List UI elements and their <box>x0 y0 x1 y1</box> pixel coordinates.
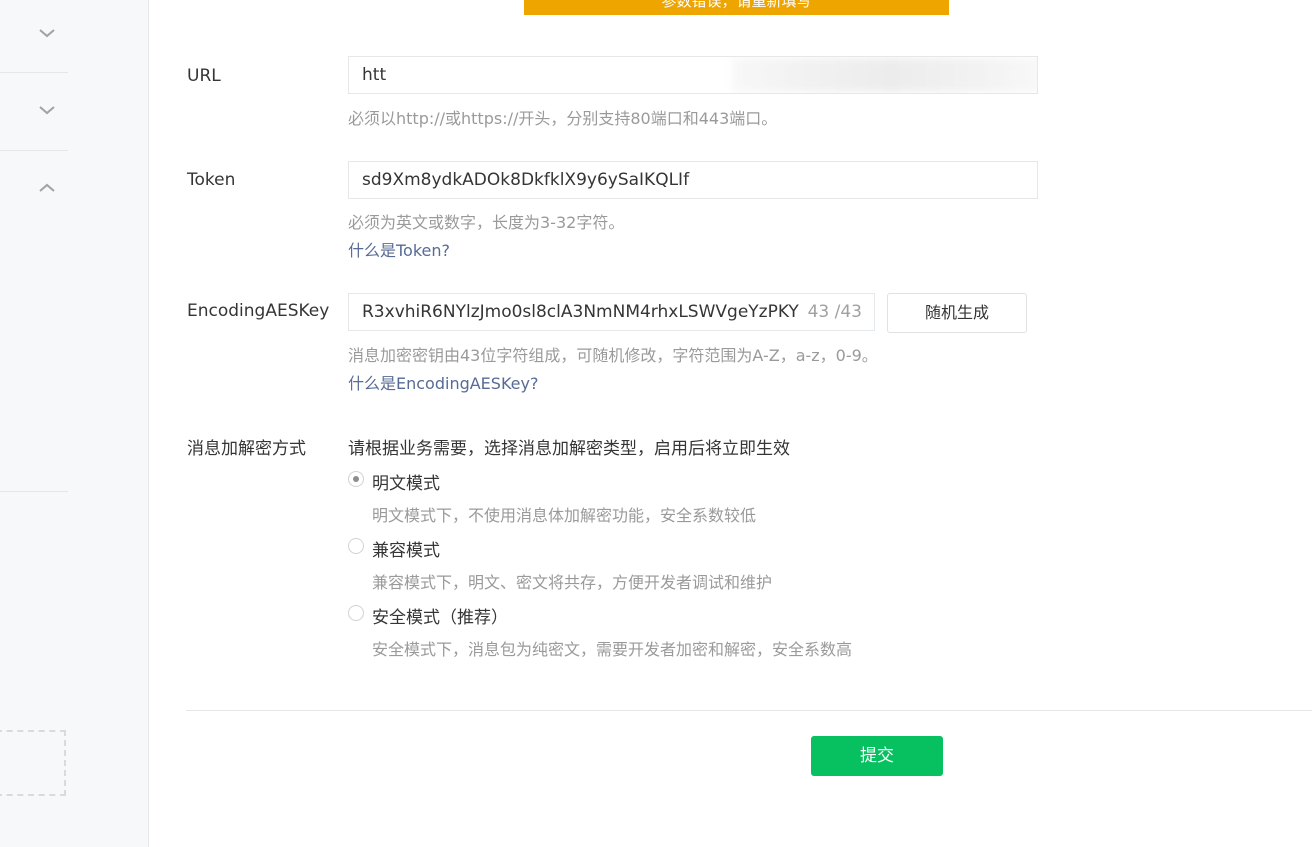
error-banner: 参数错误，请重新填写 <box>524 0 949 15</box>
url-redaction-blur <box>732 58 1037 92</box>
sidebar-add-area[interactable] <box>0 730 66 796</box>
chevron-up-icon[interactable] <box>38 179 56 197</box>
radio-plaintext-hint: 明文模式下，不使用消息体加解密功能，安全系数较低 <box>372 506 757 525</box>
error-banner-text: 参数错误，请重新填写 <box>661 0 812 10</box>
token-label: Token <box>187 170 236 190</box>
aeskey-label: EncodingAESKey <box>187 301 330 321</box>
random-generate-button[interactable]: 随机生成 <box>887 293 1027 333</box>
radio-compatible-label[interactable]: 兼容模式 <box>372 536 440 561</box>
aeskey-hint: 消息加密密钥由43位字符组成，可随机修改，字符范围为A-Z，a-z，0-9。 <box>348 346 878 365</box>
url-hint: 必须以http://或https://开头，分别支持80端口和443端口。 <box>348 109 778 128</box>
sidebar-group-2[interactable] <box>0 73 68 151</box>
url-label: URL <box>187 66 221 86</box>
encryption-desc: 请根据业务需要，选择消息加解密类型，启用后将立即生效 <box>348 439 790 459</box>
aeskey-input[interactable]: R3xvhiR6NYlzJmo0sl8clA3NmNM4rhxLSWVgeYzP… <box>348 293 875 331</box>
radio-button-checked[interactable] <box>348 471 364 487</box>
submit-button[interactable]: 提交 <box>811 736 943 776</box>
what-is-aeskey-link[interactable]: 什么是EncodingAESKey? <box>348 370 538 394</box>
sidebar-group-1[interactable] <box>0 0 68 73</box>
form-divider <box>186 710 1312 711</box>
sidebar-group-3[interactable] <box>0 151 68 226</box>
radio-secure-hint: 安全模式下，消息包为纯密文，需要开发者加密和解密，安全系数高 <box>372 640 853 659</box>
token-hint: 必须为英文或数字，长度为3-32字符。 <box>348 213 625 232</box>
chevron-down-icon[interactable] <box>38 101 56 119</box>
radio-compatible-hint: 兼容模式下，明文、密文将共存，方便开发者调试和维护 <box>372 573 773 592</box>
aeskey-input-value: R3xvhiR6NYlzJmo0sl8clA3NmNM4rhxLSWVgeYzP… <box>362 302 799 322</box>
radio-plaintext-label[interactable]: 明文模式 <box>372 469 440 494</box>
encryption-label: 消息加解密方式 <box>187 439 306 459</box>
radio-button[interactable] <box>348 538 364 554</box>
what-is-token-link[interactable]: 什么是Token? <box>348 237 450 261</box>
aeskey-char-count: 43 /43 <box>803 294 862 330</box>
chevron-down-icon[interactable] <box>38 24 56 42</box>
radio-button[interactable] <box>348 605 364 621</box>
url-input-value: htt <box>362 65 387 85</box>
url-input[interactable]: htt <box>348 56 1038 94</box>
sidebar-divider <box>0 491 68 492</box>
sidebar <box>0 0 149 847</box>
radio-secure-label[interactable]: 安全模式（推荐） <box>372 603 508 628</box>
token-input[interactable]: sd9Xm8ydkADOk8DkfklX9y6ySaIKQLIf <box>348 161 1038 199</box>
token-input-value: sd9Xm8ydkADOk8DkfklX9y6ySaIKQLIf <box>362 170 690 190</box>
